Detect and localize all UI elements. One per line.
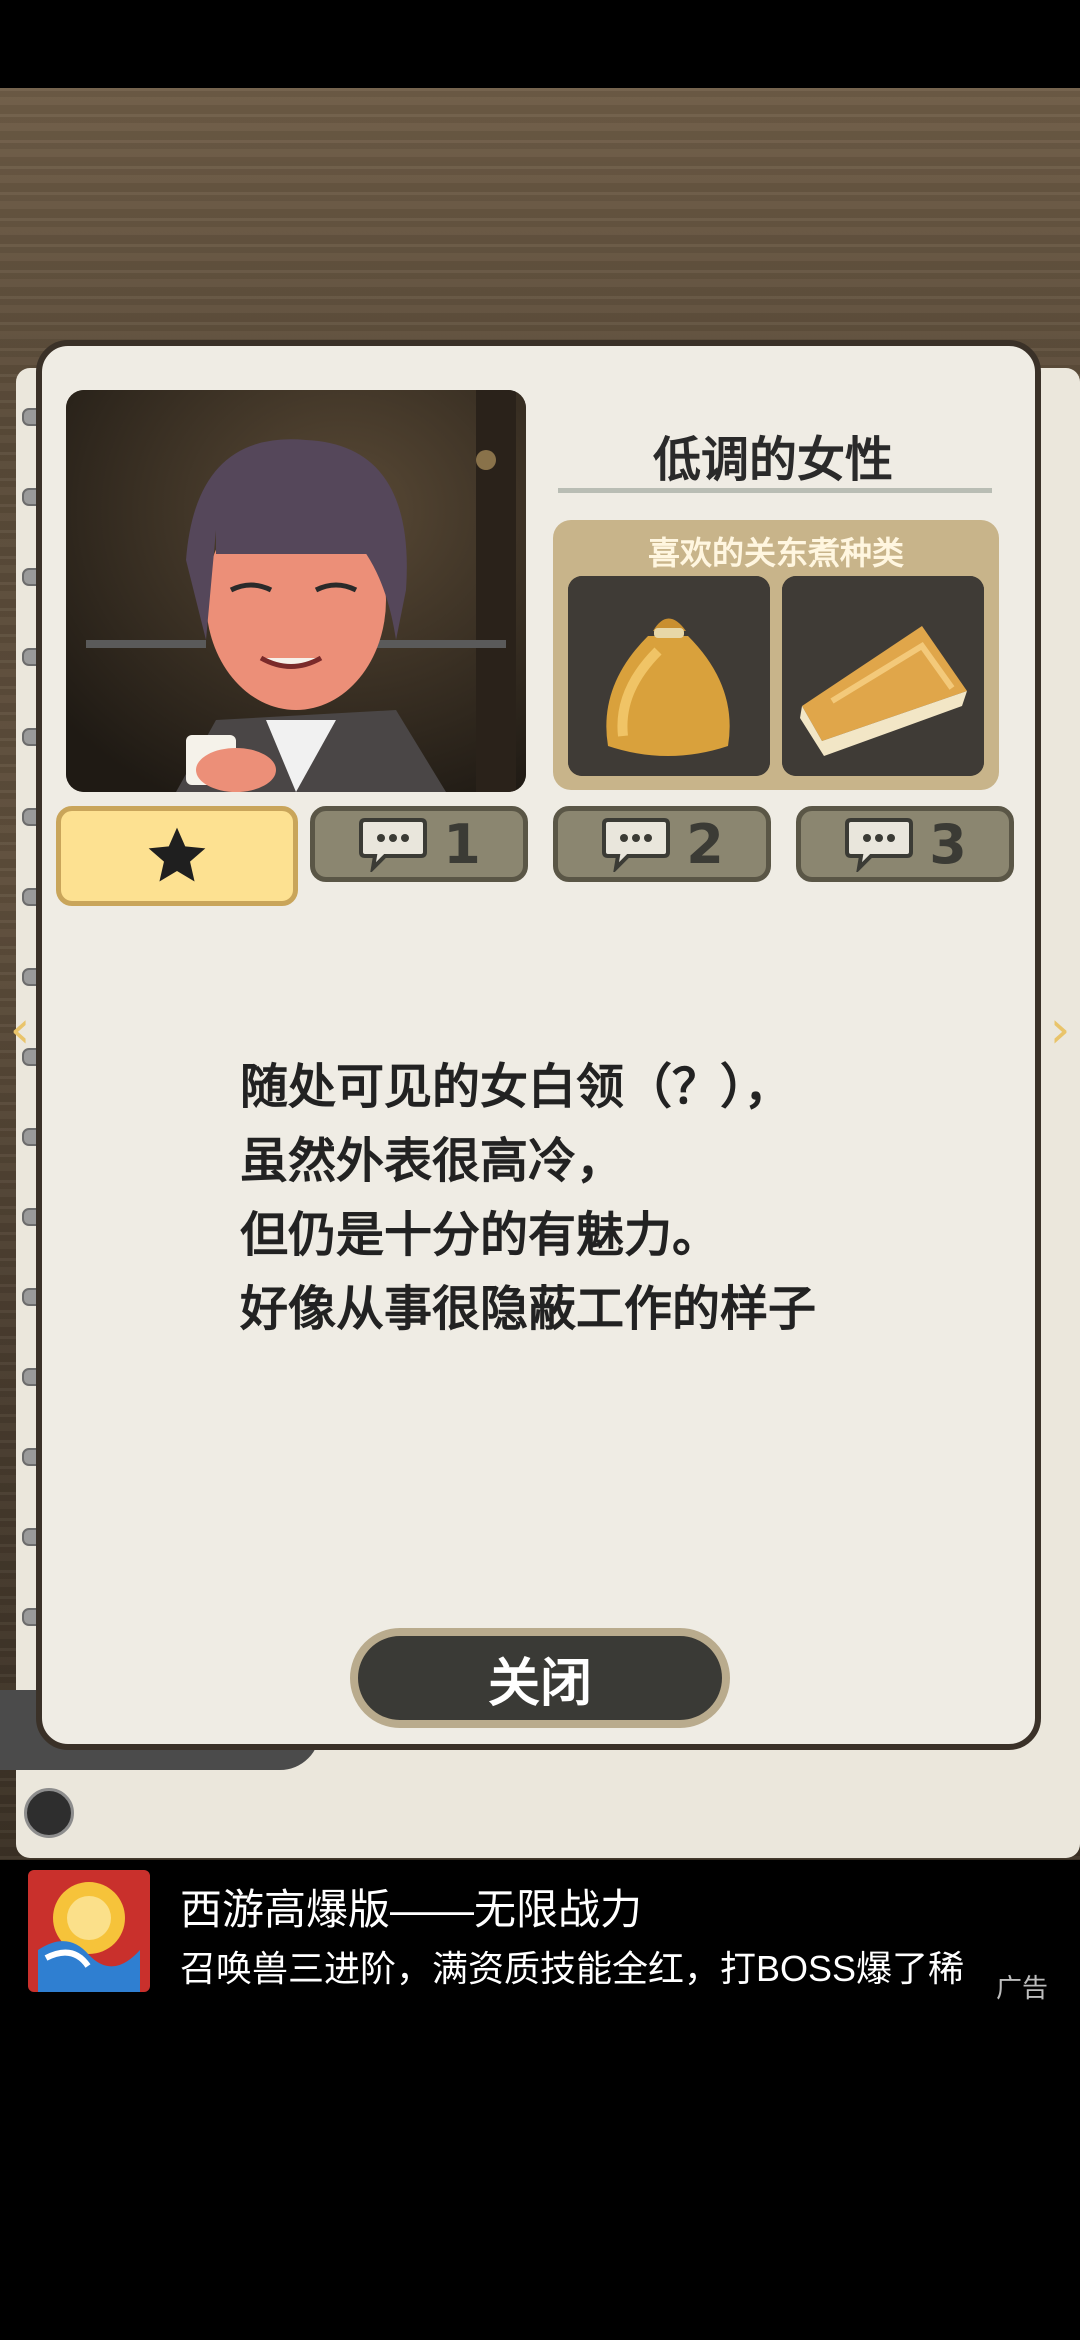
notebook-hole: [24, 1788, 74, 1838]
ad-subtitle[interactable]: 召唤兽三进阶，满资质技能全红，打BOSS爆了稀: [180, 1940, 1020, 1992]
description-line: 随处可见的女白领（？），: [240, 1059, 793, 1115]
tab-dialogue-2[interactable]: 2: [553, 806, 771, 882]
ad-app-icon[interactable]: [28, 1870, 150, 1992]
food-item-fried-tofu[interactable]: [782, 576, 984, 776]
description-line: 虽然外表很高冷，: [240, 1133, 625, 1189]
speech-bubble-icon: [359, 818, 428, 872]
favorite-food-title: 喜欢的关东煮种类: [647, 534, 904, 572]
tab-dialogue-number: 2: [686, 812, 724, 876]
description-line: 但仍是十分的有魅力。: [240, 1207, 721, 1263]
ad-title[interactable]: 西游高爆版——无限战力: [180, 1876, 642, 1937]
tab-dialogue-1[interactable]: 1: [310, 806, 528, 882]
tab-profile[interactable]: [56, 806, 298, 906]
fried-tofu-wedge-icon: [782, 576, 984, 776]
star-icon: [148, 827, 206, 882]
character-name: 低调的女性: [652, 432, 893, 488]
fukuro-bag-icon: [568, 576, 770, 776]
speech-bubble-icon: [602, 818, 671, 872]
portrait-illustration: [66, 390, 526, 792]
tab-dialogue-number: 1: [443, 812, 481, 876]
name-underline: [558, 488, 992, 493]
character-portrait: [66, 390, 526, 792]
prev-page-arrow-icon[interactable]: ‹: [0, 1000, 40, 1060]
food-item-fukuro[interactable]: [568, 576, 770, 776]
character-description: 随处可见的女白领（？）， 虽然外表很高冷， 但仍是十分的有魅力。 好像从事很隐蔽…: [240, 1050, 940, 1346]
close-button[interactable]: 关闭: [350, 1628, 730, 1728]
ad-label: 广告: [996, 1973, 1049, 2003]
game-logo-icon: [28, 1870, 150, 1992]
tab-dialogue-number: 3: [929, 812, 967, 876]
speech-bubble-icon: [845, 818, 914, 872]
next-page-arrow-icon[interactable]: ›: [1040, 1000, 1080, 1060]
tab-dialogue-3[interactable]: 3: [796, 806, 1014, 882]
description-line: 好像从事很隐蔽工作的样子: [240, 1281, 817, 1337]
